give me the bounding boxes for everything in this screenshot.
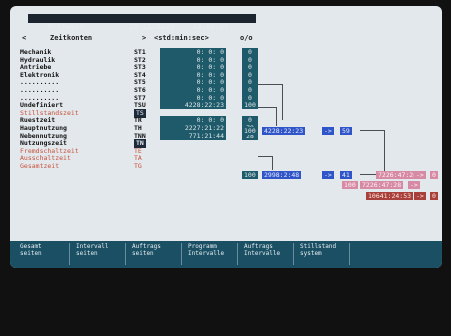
softkey-intervall-seiten[interactable]: Intervall seiten bbox=[72, 243, 126, 265]
tn-total-pct: 100 bbox=[242, 171, 258, 179]
table-row: Gesamtzeit TG bbox=[10, 162, 442, 171]
row-label: Gesamtzeit bbox=[20, 162, 60, 170]
connector bbox=[282, 84, 283, 120]
status-bar: Mittwoch 25.11.2020 18:08:00 bbox=[28, 14, 256, 31]
total-value-2: 7226:47:28 bbox=[360, 181, 404, 189]
row-code: TG bbox=[134, 162, 142, 170]
unit-header: <std:min:sec> bbox=[154, 34, 209, 42]
softkey-bar: Gesamt seiten Intervall seiten Auftrags … bbox=[10, 241, 442, 268]
total-pct-2: 100 bbox=[342, 181, 358, 189]
connector bbox=[360, 130, 384, 131]
ts-total-pct: 100 bbox=[242, 127, 258, 135]
ts-total-value: 4228:22:23 bbox=[262, 127, 306, 135]
total-arrow-3: -> bbox=[414, 192, 426, 200]
softkey-label: Stillstand system bbox=[300, 243, 337, 257]
tn-arrow: -> bbox=[322, 171, 334, 179]
total-pct-1: 0 bbox=[430, 171, 438, 179]
softkey-programm-intervalle[interactable]: Programm Intervalle bbox=[184, 243, 238, 265]
connector bbox=[258, 156, 272, 157]
softkey-auftrags-seiten[interactable]: Auftrags seiten bbox=[128, 243, 182, 265]
softkey-label: Intervall seiten bbox=[76, 243, 109, 257]
next-page-arrow[interactable]: > bbox=[142, 34, 146, 42]
weekday: Mittwoch bbox=[48, 23, 85, 31]
tn-share-pct: 41 bbox=[340, 171, 352, 179]
page-title: Zeitkonten bbox=[50, 34, 93, 42]
total-arrow-1: -> bbox=[414, 171, 426, 179]
softkey-auftrags-intervalle[interactable]: Auftrags Intervalle bbox=[240, 243, 294, 265]
connector bbox=[272, 156, 273, 170]
tn-total-value: 2998:2:48 bbox=[262, 171, 302, 179]
clock: 18:08:00 bbox=[192, 23, 229, 31]
ts-share-pct: 59 bbox=[340, 127, 352, 135]
ts-arrow: -> bbox=[322, 127, 334, 135]
softkey-label: Programm Intervalle bbox=[188, 243, 225, 257]
total-value-1: 7226:47:28 bbox=[376, 171, 420, 179]
total-value-3: 10641:24:53 bbox=[366, 192, 414, 200]
prev-page-arrow[interactable]: < bbox=[22, 34, 26, 42]
connector bbox=[258, 84, 282, 85]
softkey-gesamt-seiten[interactable]: Gesamt seiten bbox=[16, 243, 70, 265]
softkey-stillstand-system[interactable]: Stillstand system bbox=[296, 243, 350, 265]
date: 25.11.2020 bbox=[129, 23, 175, 31]
softkey-label: Gesamt seiten bbox=[20, 243, 42, 257]
total-arrow-2: -> bbox=[408, 181, 420, 189]
terminal-screen: Mittwoch 25.11.2020 18:08:00 < Zeitkonte… bbox=[10, 6, 442, 268]
connector bbox=[258, 107, 276, 108]
softkey-label: Auftrags Intervalle bbox=[244, 243, 281, 257]
softkey-label: Auftrags seiten bbox=[132, 243, 161, 257]
percent-header: o/o bbox=[240, 34, 253, 42]
connector bbox=[276, 107, 277, 126]
total-pct-3: 0 bbox=[430, 192, 438, 200]
